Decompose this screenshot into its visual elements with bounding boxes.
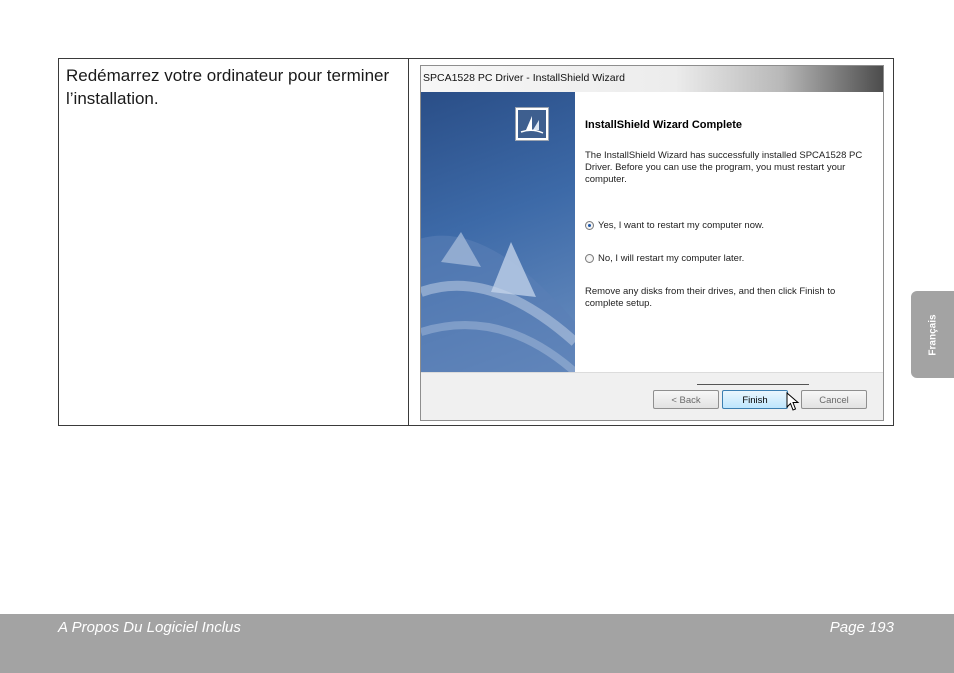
radio-button-unchecked[interactable] (585, 254, 594, 263)
wizard-body-text: The InstallShield Wizard has successfull… (585, 150, 863, 185)
footer-section-title: A Propos Du Logiciel Inclus (58, 619, 241, 636)
radio-button-checked[interactable] (585, 221, 594, 230)
back-button[interactable]: < Back (653, 390, 719, 409)
installshield-logo-icon (515, 107, 549, 141)
restart-now-option[interactable]: Yes, I want to restart my computer now. (585, 220, 764, 231)
installshield-wizard-window: SPCA1528 PC Driver - InstallShield Wizar… (420, 65, 884, 421)
restart-later-option[interactable]: No, I will restart my computer later. (585, 253, 744, 264)
wizard-heading: InstallShield Wizard Complete (585, 119, 742, 131)
restart-now-label: Yes, I want to restart my computer now. (598, 220, 764, 231)
mouse-pointer-icon (786, 392, 800, 411)
restart-later-label: No, I will restart my computer later. (598, 253, 745, 264)
finish-button[interactable]: Finish (722, 390, 788, 409)
page-footer: A Propos Du Logiciel Inclus Page 193 (0, 614, 954, 673)
instruction-text: Redémarrez votre ordinateur pour termine… (66, 66, 390, 108)
language-tab: Français (911, 291, 954, 378)
window-titlebar[interactable]: SPCA1528 PC Driver - InstallShield Wizar… (421, 66, 883, 92)
window-title: SPCA1528 PC Driver - InstallShield Wizar… (423, 72, 625, 84)
wizard-button-bar: < Back Finish Cancel (421, 372, 883, 420)
footer-separator (697, 384, 809, 385)
remove-disks-text: Remove any disks from their drives, and … (585, 286, 836, 309)
language-tab-label: Français (927, 313, 938, 356)
table-divider (408, 59, 409, 425)
instruction-table: Redémarrez votre ordinateur pour termine… (58, 58, 894, 426)
cancel-button[interactable]: Cancel (801, 390, 867, 409)
sail-artwork (421, 232, 575, 372)
wizard-content: InstallShield Wizard Complete The Instal… (575, 92, 883, 372)
footer-page-number: Page 193 (829, 619, 894, 636)
wizard-banner (421, 92, 575, 372)
